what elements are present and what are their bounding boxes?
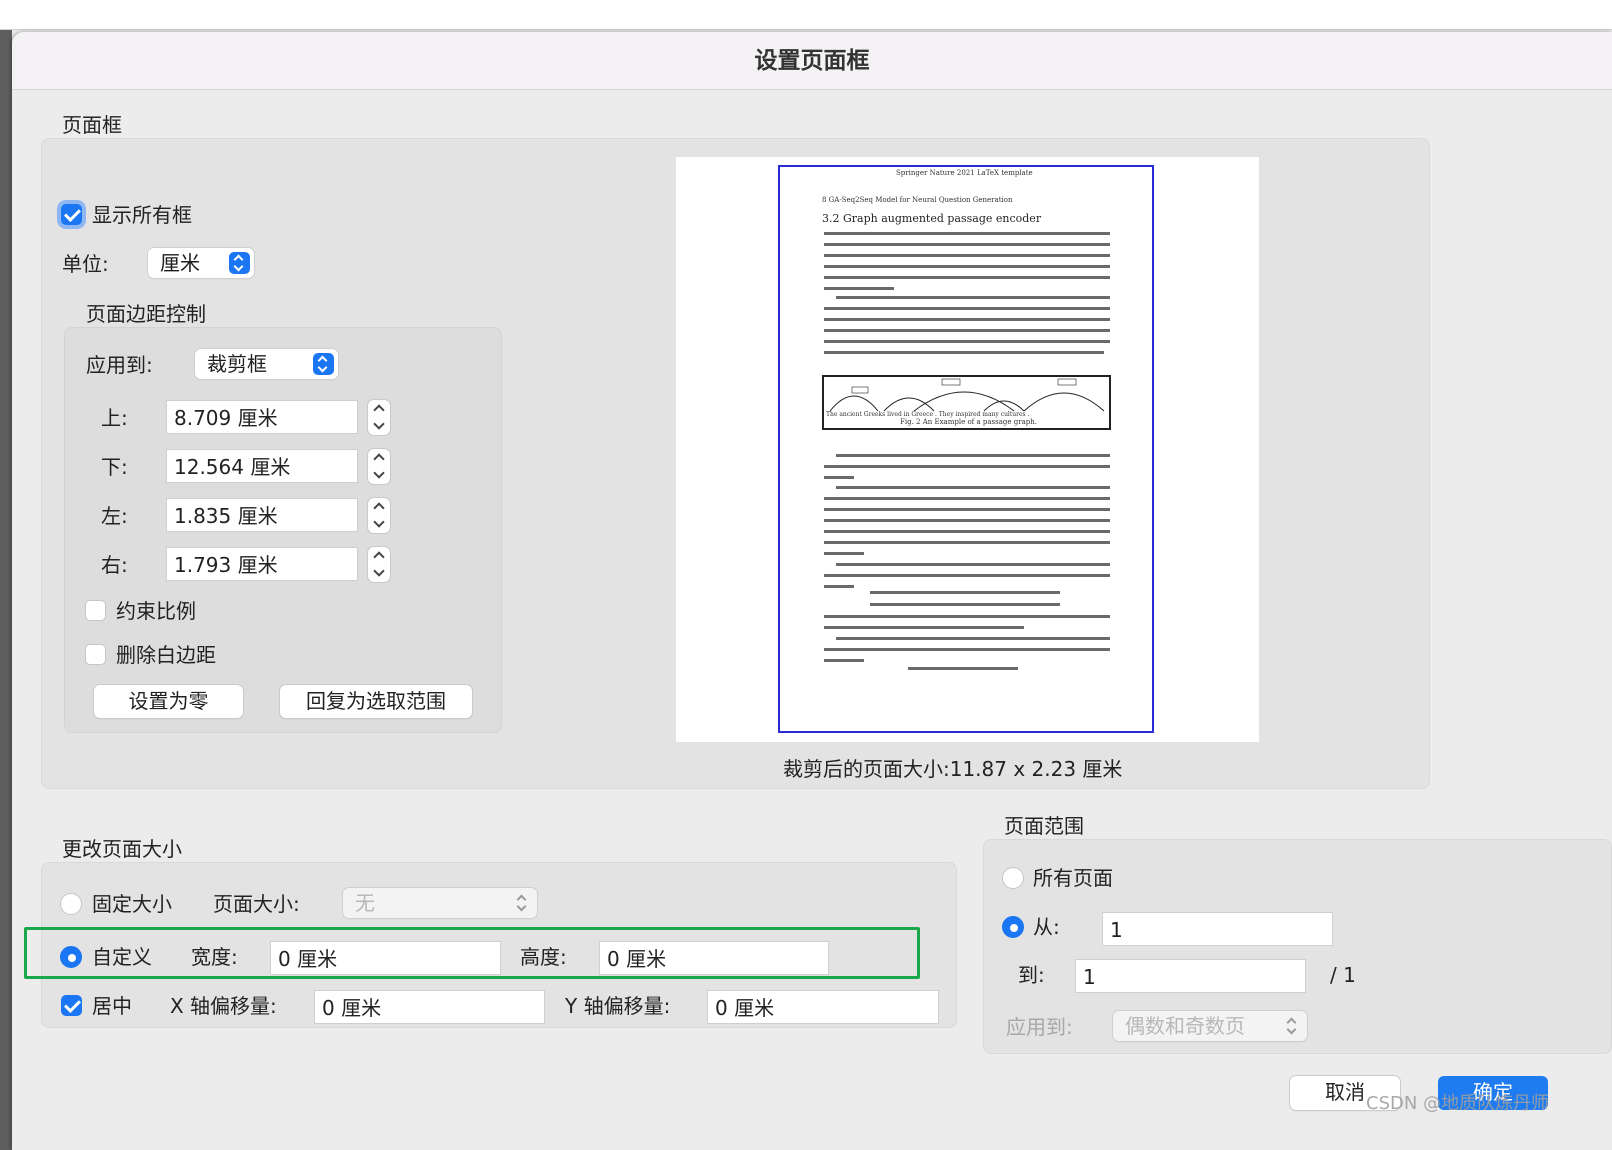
- chevron-updown-icon: [229, 252, 250, 274]
- from-label: 从:: [1033, 915, 1060, 939]
- background-window-strip: [0, 0, 1612, 30]
- total-pages-text: / 1: [1330, 963, 1356, 987]
- watermark-text: CSDN @地质队炼丹师: [1366, 1093, 1550, 1114]
- all-pages-label: 所有页面: [1033, 866, 1113, 890]
- left-margin-label: 左:: [101, 504, 128, 528]
- apply-to-label: 应用到:: [86, 353, 153, 377]
- constrain-proportions-checkbox[interactable]: [85, 600, 106, 621]
- right-margin-stepper[interactable]: [368, 547, 390, 582]
- apply-to-box-value: 裁剪框: [207, 352, 267, 376]
- chevron-updown-icon: [313, 353, 334, 375]
- fixed-size-label: 固定大小: [92, 892, 172, 916]
- remove-white-margins-checkbox[interactable]: [85, 644, 106, 665]
- bottom-margin-stepper[interactable]: [368, 449, 390, 484]
- preview-header-text: Springer Nature 2021 LaTeX template: [896, 169, 1033, 177]
- page-frame-section-title: 页面框: [62, 113, 122, 137]
- y-offset-label: Y 轴偏移量:: [565, 994, 671, 1018]
- set-to-zero-button[interactable]: 设置为零: [94, 685, 243, 718]
- to-label: 到:: [1018, 963, 1045, 987]
- bottom-margin-label: 下:: [101, 455, 128, 479]
- center-checkbox[interactable]: [61, 995, 82, 1016]
- range-apply-to-select[interactable]: 偶数和奇数页: [1113, 1011, 1307, 1041]
- show-all-boxes-checkbox[interactable]: [61, 204, 82, 225]
- margin-control-title: 页面边距控制: [86, 302, 206, 326]
- top-margin-label: 上:: [101, 406, 128, 430]
- page-range-section-title: 页面范围: [1004, 814, 1084, 838]
- unit-select-value: 厘米: [160, 251, 200, 275]
- top-margin-stepper[interactable]: [368, 400, 390, 435]
- range-apply-to-value: 偶数和奇数页: [1125, 1014, 1245, 1038]
- chevron-updown-icon: [512, 892, 533, 914]
- revert-to-selection-button[interactable]: 回复为选取范围: [280, 685, 472, 718]
- top-margin-input[interactable]: 8.709 厘米: [166, 400, 358, 434]
- resize-section-title: 更改页面大小: [62, 837, 182, 861]
- all-pages-radio[interactable]: [1002, 867, 1024, 889]
- unit-select[interactable]: 厘米: [148, 248, 254, 278]
- unit-label: 单位:: [62, 252, 109, 276]
- cropped-page-size-text: 裁剪后的页面大小:11.87 x 2.23 厘米: [783, 757, 1123, 781]
- center-label: 居中: [92, 994, 132, 1018]
- highlight-box: [24, 927, 920, 979]
- page-size-label: 页面大小:: [213, 892, 300, 916]
- background-window-edge: [0, 30, 12, 1150]
- preview-section-heading: 3.2 Graph augmented passage encoder: [822, 212, 1042, 225]
- right-margin-label: 右:: [101, 553, 128, 577]
- right-margin-input[interactable]: 1.793 厘米: [166, 547, 358, 581]
- to-page-input[interactable]: 1: [1075, 959, 1306, 993]
- bottom-margin-input[interactable]: 12.564 厘米: [166, 449, 358, 483]
- preview-running-title: 8 GA-Seq2Seq Model for Neural Question G…: [822, 196, 1013, 204]
- show-all-boxes-label: 显示所有框: [92, 203, 192, 227]
- remove-white-margins-label: 删除白边距: [116, 643, 216, 667]
- left-margin-stepper[interactable]: [368, 498, 390, 533]
- preview-figure-caption: Fig. 2 An Example of a passage graph.: [900, 418, 1037, 426]
- from-page-input[interactable]: 1: [1102, 912, 1333, 946]
- x-offset-input[interactable]: 0 厘米: [314, 990, 545, 1024]
- constrain-proportions-label: 约束比例: [116, 599, 196, 623]
- x-offset-label: X 轴偏移量:: [170, 994, 277, 1018]
- from-radio[interactable]: [1002, 916, 1024, 938]
- chevron-updown-icon: [1282, 1015, 1303, 1037]
- range-apply-to-label: 应用到:: [1006, 1015, 1073, 1039]
- apply-to-box-select[interactable]: 裁剪框: [195, 349, 338, 379]
- page-size-select[interactable]: 无: [343, 888, 537, 918]
- fixed-size-radio[interactable]: [60, 893, 82, 915]
- y-offset-input[interactable]: 0 厘米: [707, 990, 939, 1024]
- page-size-select-value: 无: [355, 891, 375, 915]
- left-margin-input[interactable]: 1.835 厘米: [166, 498, 358, 532]
- dialog-title: 设置页面框: [12, 32, 1612, 90]
